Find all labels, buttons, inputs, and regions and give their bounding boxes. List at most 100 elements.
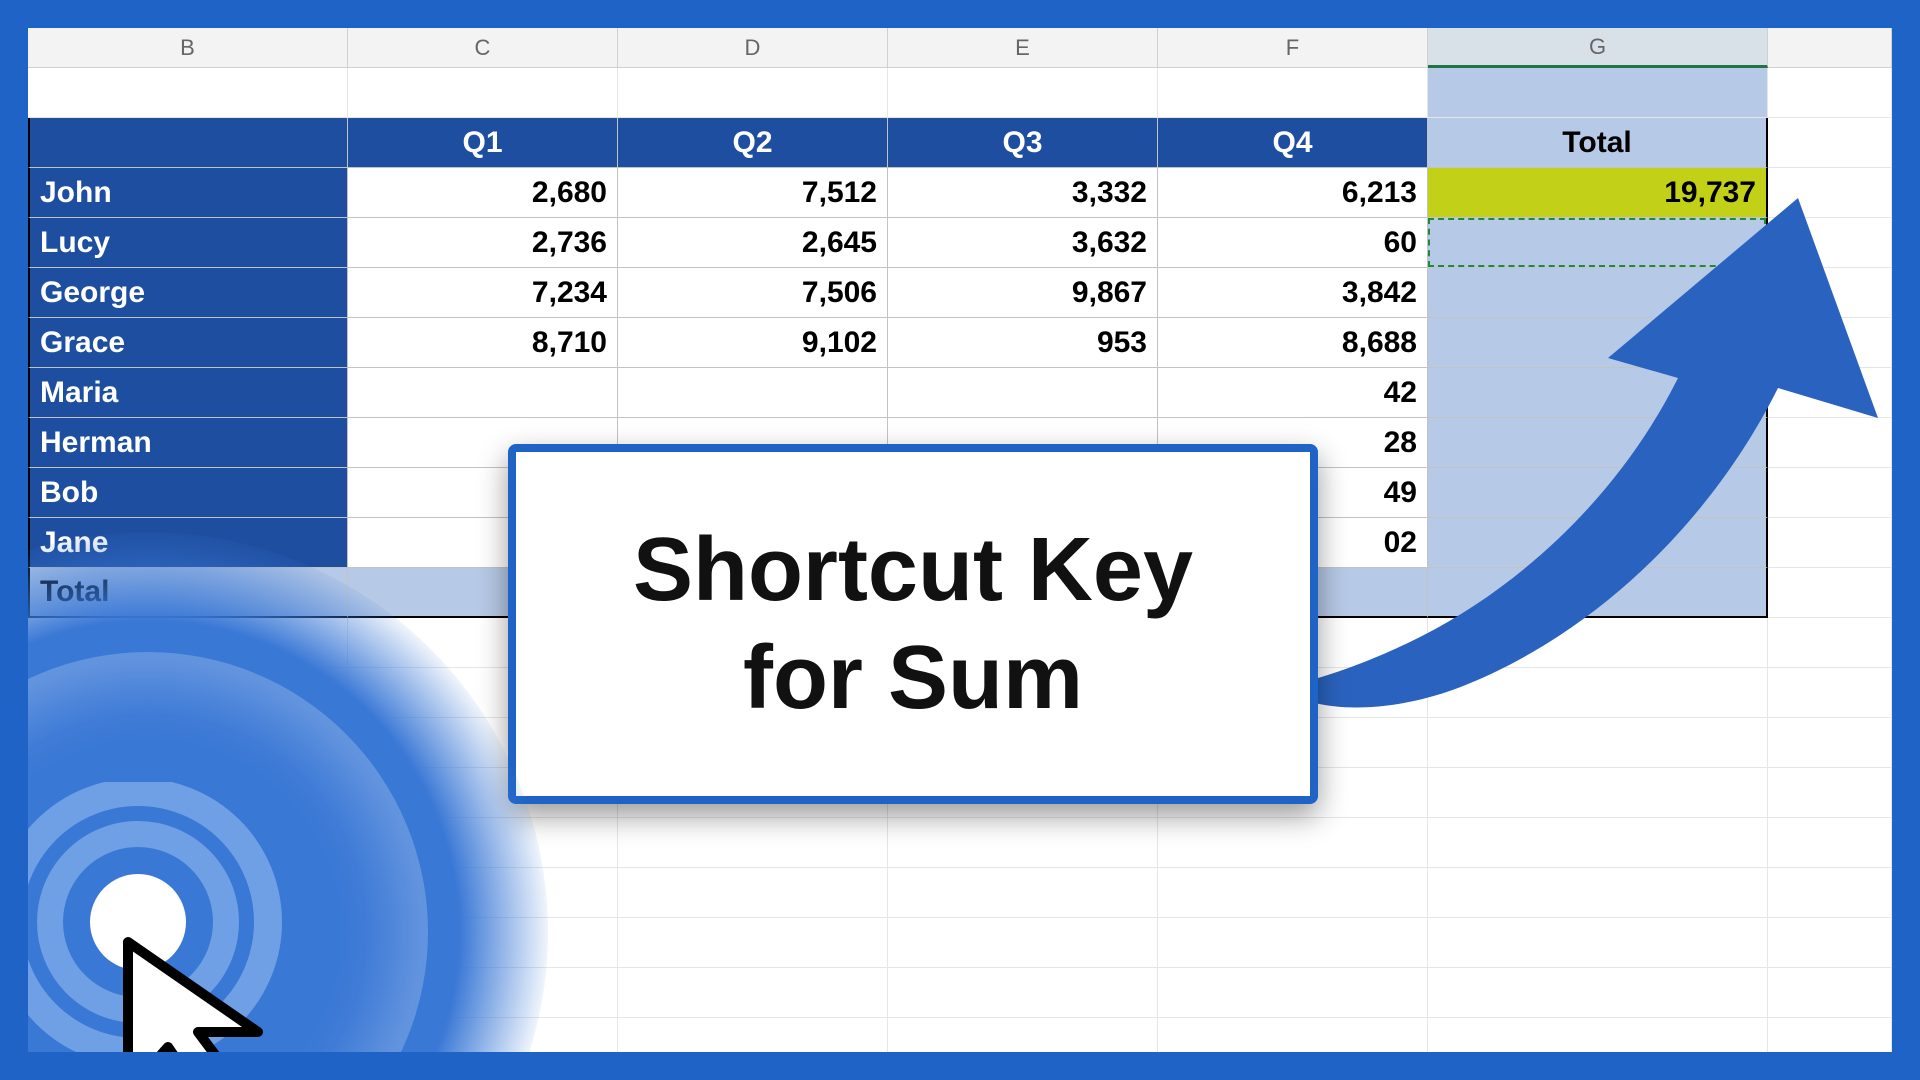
- cell[interactable]: [618, 968, 888, 1018]
- col-header-D[interactable]: D: [618, 28, 888, 68]
- cell[interactable]: [1768, 268, 1892, 318]
- cell[interactable]: [1768, 918, 1892, 968]
- cell-q4[interactable]: 60: [1158, 218, 1428, 268]
- row-label[interactable]: Grace: [28, 318, 348, 368]
- col-header-B[interactable]: B: [28, 28, 348, 68]
- cell[interactable]: [1428, 818, 1768, 868]
- cell[interactable]: [1768, 768, 1892, 818]
- row-label[interactable]: George: [28, 268, 348, 318]
- cell-q4[interactable]: 42: [1158, 368, 1428, 418]
- cell[interactable]: [618, 818, 888, 868]
- cell[interactable]: [618, 868, 888, 918]
- cell[interactable]: [1768, 618, 1892, 668]
- cell[interactable]: [1768, 68, 1892, 118]
- cell-q1[interactable]: [348, 368, 618, 418]
- cell[interactable]: [618, 918, 888, 968]
- cell-q1[interactable]: 8,710: [348, 318, 618, 368]
- cell-q1[interactable]: 2,736: [348, 218, 618, 268]
- cell[interactable]: [888, 968, 1158, 1018]
- cell[interactable]: [1768, 818, 1892, 868]
- header-q3[interactable]: Q3: [888, 118, 1158, 168]
- cell-q4[interactable]: 6,213: [1158, 168, 1428, 218]
- cell[interactable]: [348, 68, 618, 118]
- cell-q2[interactable]: [618, 368, 888, 418]
- cell-q2[interactable]: 7,506: [618, 268, 888, 318]
- cell[interactable]: [888, 68, 1158, 118]
- total-cell[interactable]: [1428, 568, 1768, 618]
- row-label[interactable]: Maria: [28, 368, 348, 418]
- cell[interactable]: [1428, 768, 1768, 818]
- cell-q3[interactable]: 3,332: [888, 168, 1158, 218]
- cell-q1[interactable]: 2,680: [348, 168, 618, 218]
- cell[interactable]: [1158, 818, 1428, 868]
- col-header-E[interactable]: E: [888, 28, 1158, 68]
- cell-total[interactable]: [1428, 368, 1768, 418]
- cell-q4[interactable]: 8,688: [1158, 318, 1428, 368]
- cell-q3[interactable]: [888, 368, 1158, 418]
- cell[interactable]: [1768, 868, 1892, 918]
- row-label[interactable]: Herman: [28, 418, 348, 468]
- corner-cell[interactable]: [28, 118, 348, 168]
- cell[interactable]: [1768, 468, 1892, 518]
- cell[interactable]: [1158, 918, 1428, 968]
- row-label[interactable]: John: [28, 168, 348, 218]
- cell[interactable]: [1768, 118, 1892, 168]
- cell-total[interactable]: [1428, 318, 1768, 368]
- cell-q3[interactable]: 3,632: [888, 218, 1158, 268]
- header-q4[interactable]: Q4: [1158, 118, 1428, 168]
- cell[interactable]: [1428, 968, 1768, 1018]
- col-header-F[interactable]: F: [1158, 28, 1428, 68]
- cell[interactable]: [1158, 868, 1428, 918]
- cell-q2[interactable]: 9,102: [618, 318, 888, 368]
- cell[interactable]: [618, 68, 888, 118]
- cell[interactable]: [1768, 968, 1892, 1018]
- cell[interactable]: [888, 868, 1158, 918]
- cell-q3[interactable]: 9,867: [888, 268, 1158, 318]
- cell[interactable]: [1428, 718, 1768, 768]
- cell-q3[interactable]: 953: [888, 318, 1158, 368]
- cell-total[interactable]: [1428, 418, 1768, 468]
- cell[interactable]: [1428, 918, 1768, 968]
- cell[interactable]: [888, 1018, 1158, 1068]
- fill-handle[interactable]: [1762, 263, 1770, 271]
- cell-q2[interactable]: 7,512: [618, 168, 888, 218]
- cell[interactable]: [1428, 68, 1768, 118]
- cell[interactable]: [1768, 568, 1892, 618]
- cell[interactable]: [1768, 218, 1892, 268]
- cell[interactable]: [1158, 1018, 1428, 1068]
- cell-total-highlight[interactable]: 19,737: [1428, 168, 1768, 218]
- cell[interactable]: [1768, 318, 1892, 368]
- cell[interactable]: [1428, 1018, 1768, 1068]
- cell[interactable]: [618, 1018, 888, 1068]
- row-label[interactable]: Lucy: [28, 218, 348, 268]
- cell-q4[interactable]: 3,842: [1158, 268, 1428, 318]
- cell[interactable]: [1768, 168, 1892, 218]
- cell[interactable]: [1768, 418, 1892, 468]
- cell-total[interactable]: [1428, 468, 1768, 518]
- cell[interactable]: [1158, 968, 1428, 1018]
- cell[interactable]: [888, 918, 1158, 968]
- cell[interactable]: [1768, 368, 1892, 418]
- cell[interactable]: [1768, 518, 1892, 568]
- cell[interactable]: [1428, 618, 1768, 668]
- cell[interactable]: [28, 68, 348, 118]
- header-total[interactable]: Total: [1428, 118, 1768, 168]
- cell[interactable]: [1158, 68, 1428, 118]
- cell[interactable]: [1768, 1018, 1892, 1068]
- column-headers[interactable]: B C D E F G: [28, 28, 1892, 68]
- header-q2[interactable]: Q2: [618, 118, 888, 168]
- cell[interactable]: [1428, 668, 1768, 718]
- row-label[interactable]: Bob: [28, 468, 348, 518]
- col-header-G[interactable]: G: [1428, 28, 1768, 68]
- col-header-C[interactable]: C: [348, 28, 618, 68]
- header-q1[interactable]: Q1: [348, 118, 618, 168]
- cell[interactable]: [1768, 718, 1892, 768]
- cell[interactable]: [1428, 868, 1768, 918]
- cell[interactable]: [888, 818, 1158, 868]
- cell-q2[interactable]: 2,645: [618, 218, 888, 268]
- cell[interactable]: [1768, 668, 1892, 718]
- cell-total[interactable]: [1428, 518, 1768, 568]
- cell-q1[interactable]: 7,234: [348, 268, 618, 318]
- cell-total[interactable]: [1428, 268, 1768, 318]
- cell-total-selected[interactable]: [1428, 218, 1768, 268]
